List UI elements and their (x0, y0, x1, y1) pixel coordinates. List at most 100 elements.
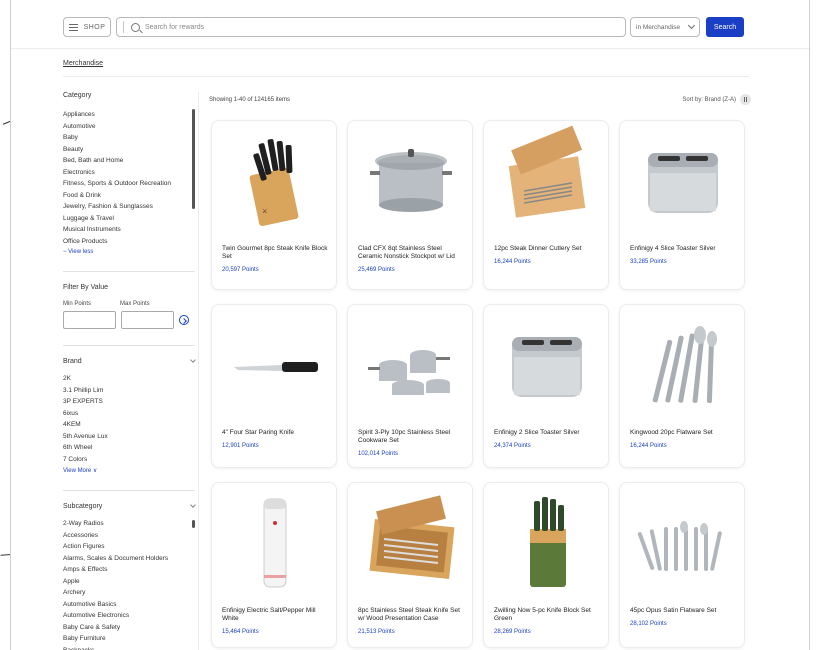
max-points-field[interactable] (121, 311, 174, 329)
category-filter-title: Category (63, 92, 92, 99)
category-scope-value: in Merchandise (636, 23, 681, 31)
subcategory-item[interactable]: Automotive Basics (63, 599, 195, 611)
brand-item[interactable]: 6th Wheel (63, 442, 195, 454)
toaster-icon[interactable] (620, 121, 744, 239)
svg-text:⚔: ⚔ (262, 208, 267, 215)
pepper-mill-icon[interactable] (212, 483, 336, 601)
product-card[interactable]: Enfinigy 2 Slice Toaster Silver 24,374 Po… (483, 304, 609, 468)
product-name[interactable]: Twin Gourmet 8pc Steak Knife Block Set (222, 245, 328, 260)
cookware-set-icon[interactable] (348, 305, 472, 423)
min-points-field[interactable] (63, 311, 116, 329)
cutlery-box-icon[interactable] (484, 121, 608, 239)
filter-value-title: Filter By Value (63, 284, 195, 291)
category-item[interactable]: Baby (63, 132, 195, 144)
filter-value-labels: Min Points Max Points (63, 301, 195, 307)
paring-knife-icon[interactable] (212, 305, 336, 423)
header-divider (11, 48, 809, 49)
brand-filter-title: Brand (63, 358, 82, 365)
product-card[interactable]: Enfinigy 4 Slice Toaster Silver 33,285 Po… (619, 120, 745, 290)
category-scope-select[interactable]: in Merchandise (630, 17, 700, 37)
subcategory-item[interactable]: Baby Care & Safety (63, 622, 195, 634)
breadcrumb-divider (63, 76, 749, 77)
product-card[interactable]: Enfinigy Electric Salt/Pepper Mill White… (211, 482, 337, 648)
product-card[interactable]: Zwilling Now 5-pc Knife Block Set Green 2… (483, 482, 609, 648)
category-item[interactable]: Office Products (63, 236, 195, 248)
product-name[interactable]: Zwilling Now 5-pc Knife Block Set Green (494, 607, 600, 622)
search-input[interactable]: Search for rewards (116, 17, 626, 37)
subcategory-item[interactable]: Accessories (63, 530, 195, 542)
brand-item[interactable]: 5th Avenue Lux (63, 431, 195, 443)
subcategory-item[interactable]: Automotive Electronics (63, 610, 195, 622)
sidebar-divider (63, 345, 195, 346)
subcategory-item[interactable]: Amps & Effects (63, 564, 195, 576)
brand-item[interactable]: 2K (63, 373, 195, 385)
product-name[interactable]: Enfinigy 4 Slice Toaster Silver (630, 245, 736, 253)
points-range-inputs (63, 311, 195, 329)
product-name[interactable]: Kingwood 20pc Flatware Set (630, 429, 736, 437)
subcategory-item[interactable]: Backpacks (63, 645, 195, 650)
product-card[interactable]: 4" Four Star Paring Knife 12,901 Points (211, 304, 337, 468)
brand-item[interactable]: 6ixus (63, 408, 195, 420)
apply-range-icon[interactable] (179, 315, 189, 325)
product-card[interactable]: 12pc Steak Dinner Cutlery Set 16,244 Poin… (483, 120, 609, 290)
flatware-icon[interactable] (620, 305, 744, 423)
product-name[interactable]: Enfinigy 2 Slice Toaster Silver (494, 429, 600, 437)
knife-block-icon[interactable]: ⚔ (212, 121, 336, 239)
brand-item[interactable]: 4KEM (63, 419, 195, 431)
brand-item[interactable]: 3P EXPERTS (63, 396, 195, 408)
subcategory-item[interactable]: 2-Way Radios (63, 518, 195, 530)
product-name[interactable]: Spirit 3-Ply 10pc Stainless Steel Cookwa… (358, 429, 464, 444)
product-card[interactable]: 45pc Opus Satin Flatware Set 28,102 Point… (619, 482, 745, 648)
product-name[interactable]: 4" Four Star Paring Knife (222, 429, 328, 437)
category-item[interactable]: Appliances (63, 109, 195, 121)
flatware-set-icon[interactable] (620, 483, 744, 601)
category-item[interactable]: Automotive (63, 121, 195, 133)
breadcrumb[interactable]: Merchandise (63, 60, 103, 67)
product-card[interactable]: Kingwood 20pc Flatware Set 16,244 Points (619, 304, 745, 468)
sort-control[interactable]: Sort by: Brand (Z-A) (682, 94, 751, 105)
product-card[interactable]: 8pc Stainless Steel Steak Knife Set w/ W… (347, 482, 473, 648)
view-more-link[interactable]: View More ∨ (63, 467, 195, 474)
subcategory-filter-header[interactable]: Subcategory (63, 502, 196, 510)
stockpot-icon[interactable] (348, 121, 472, 239)
category-item[interactable]: Electronics (63, 167, 195, 179)
shop-menu-button[interactable]: SHOP (63, 17, 111, 37)
green-knife-block-icon[interactable] (484, 483, 608, 601)
brand-item[interactable]: 3.1 Phillip Lim (63, 385, 195, 397)
subcategory-item[interactable]: Apple (63, 576, 195, 588)
product-name[interactable]: Clad CFX 8qt Stainless Steel Ceramic Non… (358, 245, 464, 260)
subcategory-item[interactable]: Action Figures (63, 541, 195, 553)
product-name[interactable]: 8pc Stainless Steel Steak Knife Set w/ W… (358, 607, 464, 622)
category-item[interactable]: Jewelry, Fashion & Sunglasses (63, 201, 195, 213)
sort-icon[interactable] (740, 94, 751, 105)
product-name[interactable]: 12pc Steak Dinner Cutlery Set (494, 245, 600, 253)
category-item[interactable]: Luggage & Travel (63, 213, 195, 225)
toaster-icon[interactable] (484, 305, 608, 423)
subcategory-item[interactable]: Archery (63, 587, 195, 599)
search-button[interactable]: Search (706, 17, 744, 37)
results-count: Showing 1-40 of 124165 items (209, 97, 291, 103)
brand-item[interactable]: 7 Colors (63, 454, 195, 466)
subcategory-scrollbar[interactable] (192, 520, 195, 528)
subcategory-item[interactable]: Baby Furniture (63, 633, 195, 645)
category-item[interactable]: Food & Drink (63, 190, 195, 202)
product-points: 28,102 Points (630, 621, 667, 627)
product-card[interactable]: ⚔ Twin Gourmet 8pc Steak Knife Block Set 2… (211, 120, 337, 290)
product-card[interactable]: Spirit 3-Ply 10pc Stainless Steel Cookwa… (347, 304, 473, 468)
category-item[interactable]: Beauty (63, 144, 195, 156)
brand-filter-header[interactable]: Brand (63, 357, 196, 365)
category-item[interactable]: Fitness, Sports & Outdoor Recreation (63, 178, 195, 190)
product-card[interactable]: Clad CFX 8qt Stainless Steel Ceramic Non… (347, 120, 473, 290)
product-name[interactable]: Enfinigy Electric Salt/Pepper Mill White (222, 607, 328, 622)
max-points-label: Max Points (120, 301, 150, 307)
category-item[interactable]: Bed, Bath and Home (63, 155, 195, 167)
category-item[interactable]: Musical Instruments (63, 224, 195, 236)
product-name[interactable]: 45pc Opus Satin Flatware Set (630, 607, 736, 615)
browser-page: SHOP Search for rewards in Merchandise S… (10, 0, 810, 650)
subcategory-item[interactable]: Alarms, Scales & Document Holders (63, 553, 195, 565)
view-less-link[interactable]: − View less (63, 249, 195, 255)
steak-knife-case-icon[interactable] (348, 483, 472, 601)
filter-value-label: Filter By Value (63, 284, 108, 291)
filter-sidebar: Category Appliances Automotive Baby Beauty B… (63, 92, 196, 650)
category-scrollbar[interactable] (192, 109, 195, 209)
